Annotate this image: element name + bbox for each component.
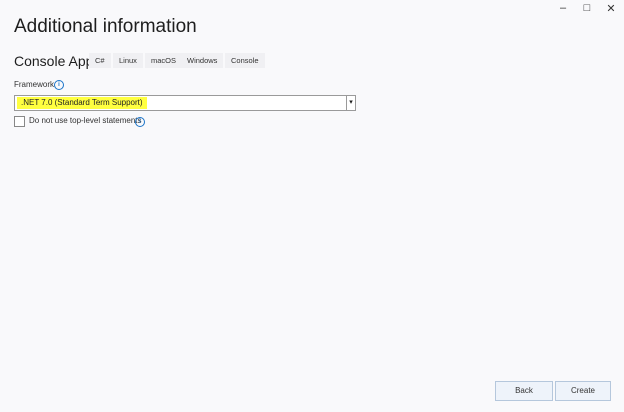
- framework-selected-value: .NET 7.0 (Standard Term Support): [17, 97, 147, 109]
- tag-macos: macOS: [145, 53, 183, 68]
- dropdown-arrow-icon[interactable]: ▾: [346, 96, 355, 110]
- project-name: Console App: [14, 53, 94, 69]
- minimize-button[interactable]: –: [552, 2, 574, 14]
- close-button[interactable]: ✕: [600, 2, 622, 15]
- tag-console: Console: [225, 53, 265, 68]
- page-title: Additional information: [14, 16, 197, 37]
- create-button[interactable]: Create: [555, 381, 611, 401]
- maximize-button[interactable]: □: [576, 2, 598, 14]
- top-level-statements-checkbox[interactable]: [14, 116, 25, 127]
- info-icon[interactable]: i: [54, 80, 64, 90]
- tag-linux: Linux: [113, 53, 143, 68]
- top-level-statements-label: Do not use top-level statements: [29, 116, 142, 125]
- tag-windows: Windows: [181, 53, 224, 68]
- info-icon[interactable]: i: [135, 117, 145, 127]
- tag-csharp: C#: [89, 53, 111, 68]
- framework-label: Framework: [14, 80, 55, 89]
- framework-select[interactable]: .NET 7.0 (Standard Term Support) ▾: [14, 95, 356, 111]
- back-button[interactable]: Back: [495, 381, 553, 401]
